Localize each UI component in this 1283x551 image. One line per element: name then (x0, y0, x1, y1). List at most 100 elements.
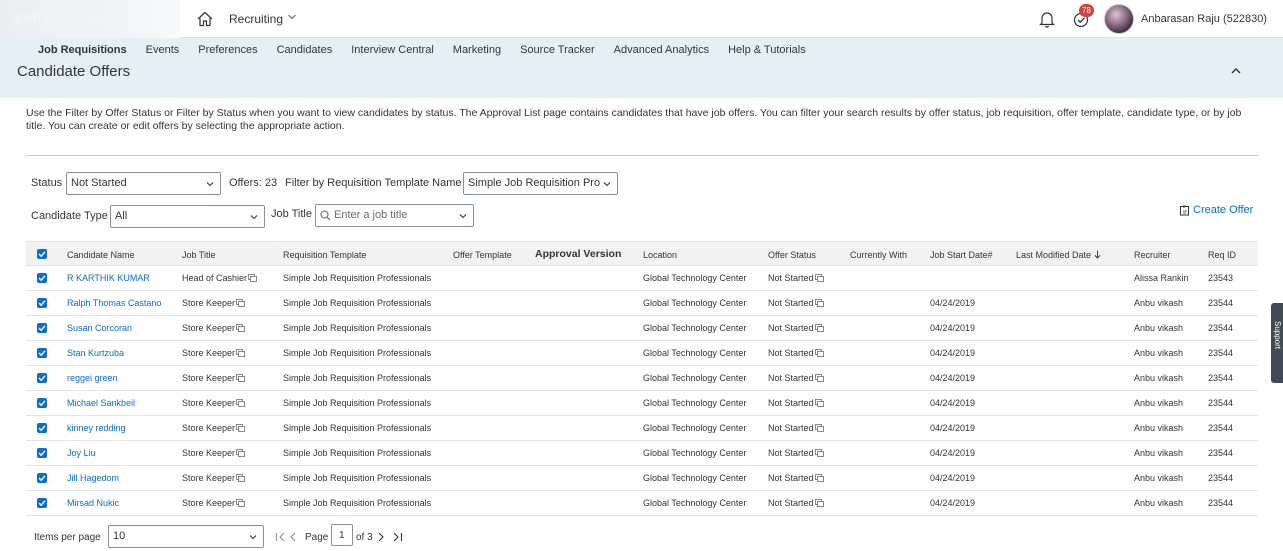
table-row[interactable]: Ralph Thomas Castano Store Keeper Simple J… (26, 291, 1258, 316)
col-requisition-template[interactable]: Requisition Template (283, 250, 366, 260)
user-name[interactable]: Anbarasan Raju (522830) (1141, 13, 1267, 25)
row-checkbox[interactable] (37, 423, 47, 433)
row-checkbox[interactable] (37, 348, 47, 358)
avatar[interactable] (1104, 4, 1134, 34)
first-page-icon[interactable] (275, 532, 286, 542)
status-select[interactable]: Not Started (66, 172, 221, 195)
template-filter-select[interactable]: Simple Job Requisition Pro (463, 172, 618, 195)
row-checkbox[interactable] (37, 373, 47, 383)
view-icon[interactable] (236, 499, 245, 507)
col-job-start-date[interactable]: Job Start Date# (930, 250, 993, 260)
tab-source-tracker[interactable]: Source Tracker (520, 44, 595, 56)
bell-icon[interactable] (1039, 10, 1055, 28)
candidate-name-link[interactable]: R KARTHIK KUMAR (67, 273, 150, 283)
table-row[interactable]: kinney redding Store Keeper Simple Job Req… (26, 416, 1258, 441)
company-logo[interactable]: SAP SuccessFactors (0, 0, 180, 38)
col-req-id[interactable]: Req ID (1208, 250, 1236, 260)
tab-job-requisitions[interactable]: Job Requisitions (38, 44, 127, 56)
candidate-type-select[interactable]: All (110, 205, 265, 228)
create-offer-icon[interactable] (1179, 204, 1191, 216)
view-icon[interactable] (236, 324, 245, 332)
view-icon[interactable] (814, 274, 824, 282)
candidate-name-link[interactable]: Ralph Thomas Castano (67, 298, 161, 308)
prev-page-icon[interactable] (289, 532, 297, 542)
view-icon[interactable] (814, 499, 824, 507)
last-page-icon[interactable] (392, 532, 403, 542)
table-row[interactable]: Stan Kurtzuba Store Keeper Simple Job Requ… (26, 341, 1258, 366)
candidate-name-link-text: Stan Kurtzuba (67, 348, 125, 358)
items-per-page-select[interactable]: 10 (108, 525, 264, 548)
select-all-checkbox[interactable] (37, 249, 47, 259)
col-offer-template[interactable]: Offer Template (453, 250, 512, 260)
chevron-down-icon[interactable] (287, 12, 297, 22)
table-row[interactable]: Michael Sankbeil Store Keeper Simple Job R… (26, 391, 1258, 416)
tab-marketing[interactable]: Marketing (453, 44, 501, 56)
candidate-name-link[interactable]: kinney redding (67, 423, 126, 433)
row-checkbox[interactable] (37, 498, 47, 508)
tab-interview-central[interactable]: Interview Central (351, 44, 434, 56)
tab-advanced-analytics[interactable]: Advanced Analytics (614, 44, 709, 56)
view-icon[interactable] (814, 349, 824, 357)
requisition-template-cell: Simple Job Requisition Professionals (283, 373, 431, 383)
col-recruiter[interactable]: Recruiter (1134, 250, 1171, 260)
table-header: Candidate Name Job Title Requisition Tem… (26, 241, 1258, 266)
view-icon[interactable] (814, 399, 824, 407)
candidate-name-link[interactable]: Stan Kurtzuba (67, 348, 124, 358)
view-icon[interactable] (236, 424, 245, 432)
row-checkbox[interactable] (37, 448, 47, 458)
recruiter-cell: Anbu vikash (1134, 298, 1183, 308)
col-candidate-name[interactable]: Candidate Name (67, 250, 135, 260)
offer-status-cell: Not Started (768, 298, 824, 308)
col-job-title[interactable]: Job Title (182, 250, 216, 260)
create-offer-button[interactable]: Create Offer (1193, 204, 1253, 216)
job-title-input[interactable]: Enter a job title (315, 204, 474, 227)
support-side-tab[interactable]: Support (1271, 303, 1283, 383)
view-icon[interactable] (236, 449, 245, 457)
view-icon[interactable] (236, 374, 245, 382)
module-switcher[interactable]: Recruiting (229, 12, 283, 26)
table-row[interactable]: R KARTHIK KUMAR Head of Cashier Simple Job… (26, 266, 1258, 291)
col-location[interactable]: Location (643, 250, 677, 260)
candidate-name-link[interactable]: reggei green (67, 373, 118, 383)
table-row[interactable]: Susan Corcoran Store Keeper Simple Job Req… (26, 316, 1258, 341)
table-row[interactable]: Mirsad Nukic Store Keeper Simple Job Requi… (26, 491, 1258, 516)
table-row[interactable]: Joy Liu Store Keeper Simple Job Requisitio… (26, 441, 1258, 466)
view-icon[interactable] (814, 424, 824, 432)
candidate-name-link[interactable]: Michael Sankbeil (67, 398, 135, 408)
view-icon[interactable] (814, 374, 824, 382)
col-last-modified[interactable]: Last Modified Date (1016, 250, 1101, 260)
tab-preferences[interactable]: Preferences (198, 44, 257, 56)
row-checkbox[interactable] (37, 398, 47, 408)
next-page-icon[interactable] (377, 532, 385, 542)
candidate-name-link[interactable]: Joy Liu (67, 448, 96, 458)
job-title-cell: Store Keeper (182, 373, 245, 383)
table-row[interactable]: Jill Hagedom Store Keeper Simple Job Requi… (26, 466, 1258, 491)
row-checkbox[interactable] (37, 298, 47, 308)
tab-events[interactable]: Events (146, 44, 180, 56)
candidate-name-link[interactable]: Susan Corcoran (67, 323, 132, 333)
candidate-name-link[interactable]: Mirsad Nukic (67, 498, 119, 508)
pagination-bar: Items per page 10 Page 1 of 3 (0, 523, 1271, 551)
view-icon[interactable] (814, 299, 824, 307)
view-icon[interactable] (236, 399, 245, 407)
col-offer-status[interactable]: Offer Status (768, 250, 816, 260)
row-checkbox[interactable] (37, 323, 47, 333)
view-icon[interactable] (236, 299, 245, 307)
tab-candidates[interactable]: Candidates (277, 44, 333, 56)
tab-help-tutorials[interactable]: Help & Tutorials (728, 44, 806, 56)
collapse-icon[interactable] (1230, 65, 1242, 77)
page-number-input[interactable]: 1 (331, 524, 353, 546)
candidate-name-link[interactable]: Jill Hagedom (67, 473, 119, 483)
view-icon[interactable] (248, 274, 257, 282)
view-icon[interactable] (814, 324, 824, 332)
home-icon[interactable] (196, 10, 214, 28)
col-currently-with[interactable]: Currently With (850, 250, 907, 260)
col-approval-version[interactable]: Approval Version (535, 248, 621, 260)
table-row[interactable]: reggei green Store Keeper Simple Job Requi… (26, 366, 1258, 391)
row-checkbox[interactable] (37, 473, 47, 483)
view-icon[interactable] (814, 449, 824, 457)
view-icon[interactable] (236, 474, 245, 482)
row-checkbox[interactable] (37, 273, 47, 283)
view-icon[interactable] (814, 474, 824, 482)
view-icon[interactable] (236, 349, 245, 357)
